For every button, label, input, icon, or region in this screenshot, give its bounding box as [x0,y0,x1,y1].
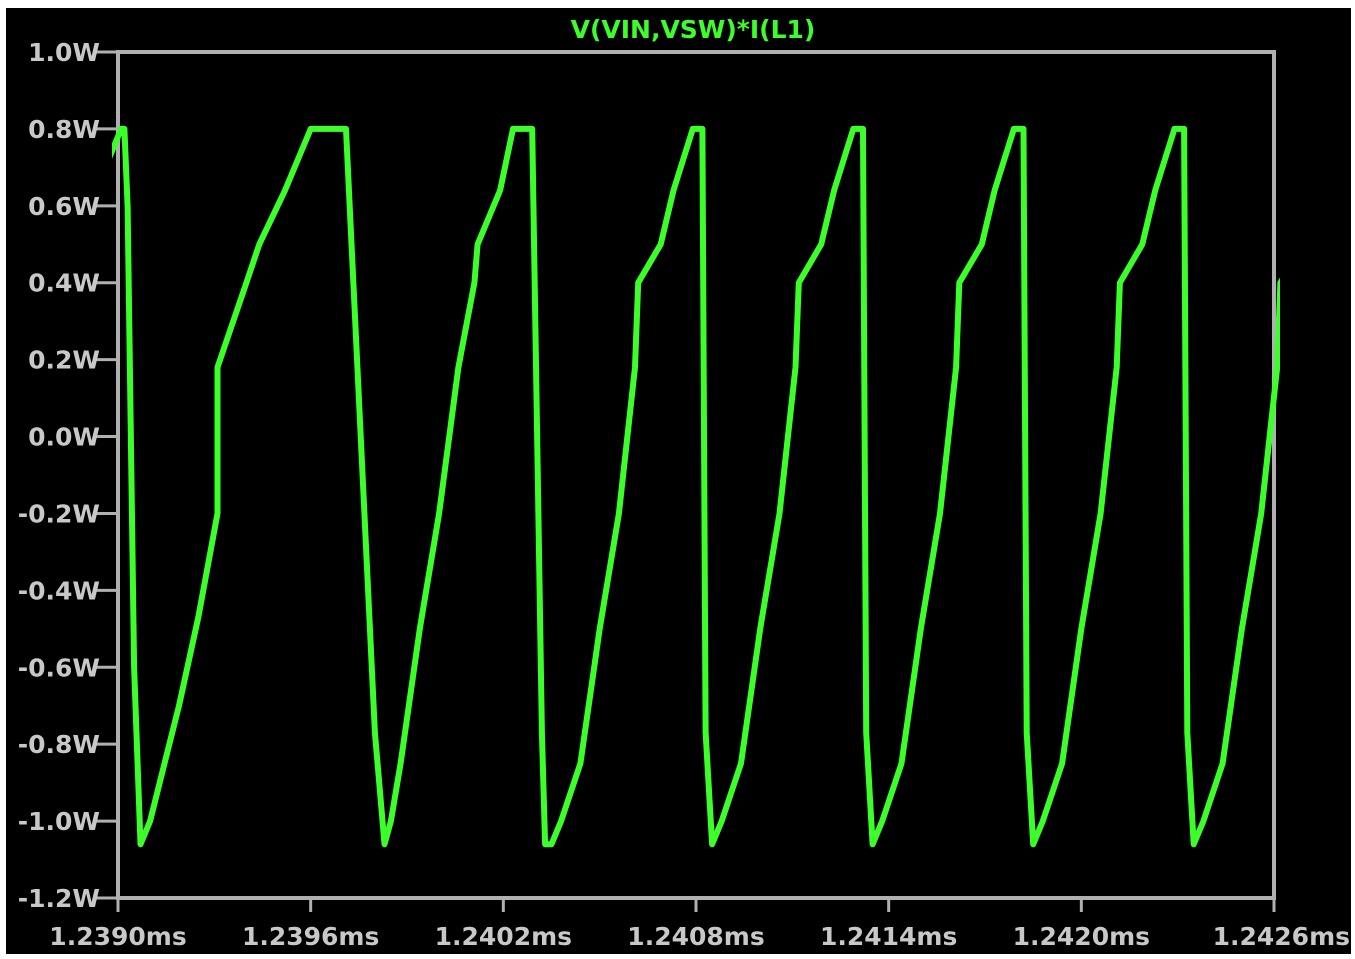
y-tick-label: -0.8W [18,730,100,759]
x-tick-label: 1.2420ms [1013,922,1150,951]
y-tick-label: 0.6W [28,192,100,221]
y-tick-label: -1.0W [18,807,100,836]
x-tick-label: 1.2402ms [435,922,572,951]
x-axis: 1.2390ms 1.2396ms 1.2402ms 1.2408ms 1.2414ms… [49,898,1350,951]
y-tick-label: 0.2W [28,346,100,375]
x-tick-label: 1.2414ms [820,922,957,951]
series-layer [112,125,1280,848]
y-tick-label: -0.2W [18,499,100,528]
chart: V(VIN,VSW)*I(L1) 1.0W 0.8W 0.6W 0.4W 0.2W 0.0… [18,15,1350,951]
y-tick-label: 0.8W [28,115,100,144]
chart-title: V(VIN,VSW)*I(L1) [571,15,816,44]
x-tick-label: 1.2408ms [627,922,764,951]
y-tick-label: -1.2W [18,884,100,913]
x-tick-label: 1.2390ms [49,922,186,951]
series-line [112,125,1280,848]
y-tick-label: 0.0W [28,423,100,452]
y-tick-label: 0.4W [28,269,100,298]
y-axis: 1.0W 0.8W 0.6W 0.4W 0.2W 0.0W -0.2W -0.4W -0.6W -… [18,38,118,913]
y-tick-label: 1.0W [28,38,100,67]
x-tick-label: 1.2426ms [1213,922,1350,951]
y-tick-label: -0.6W [18,653,100,682]
y-tick-label: -0.4W [18,576,100,605]
x-tick-label: 1.2396ms [242,922,379,951]
